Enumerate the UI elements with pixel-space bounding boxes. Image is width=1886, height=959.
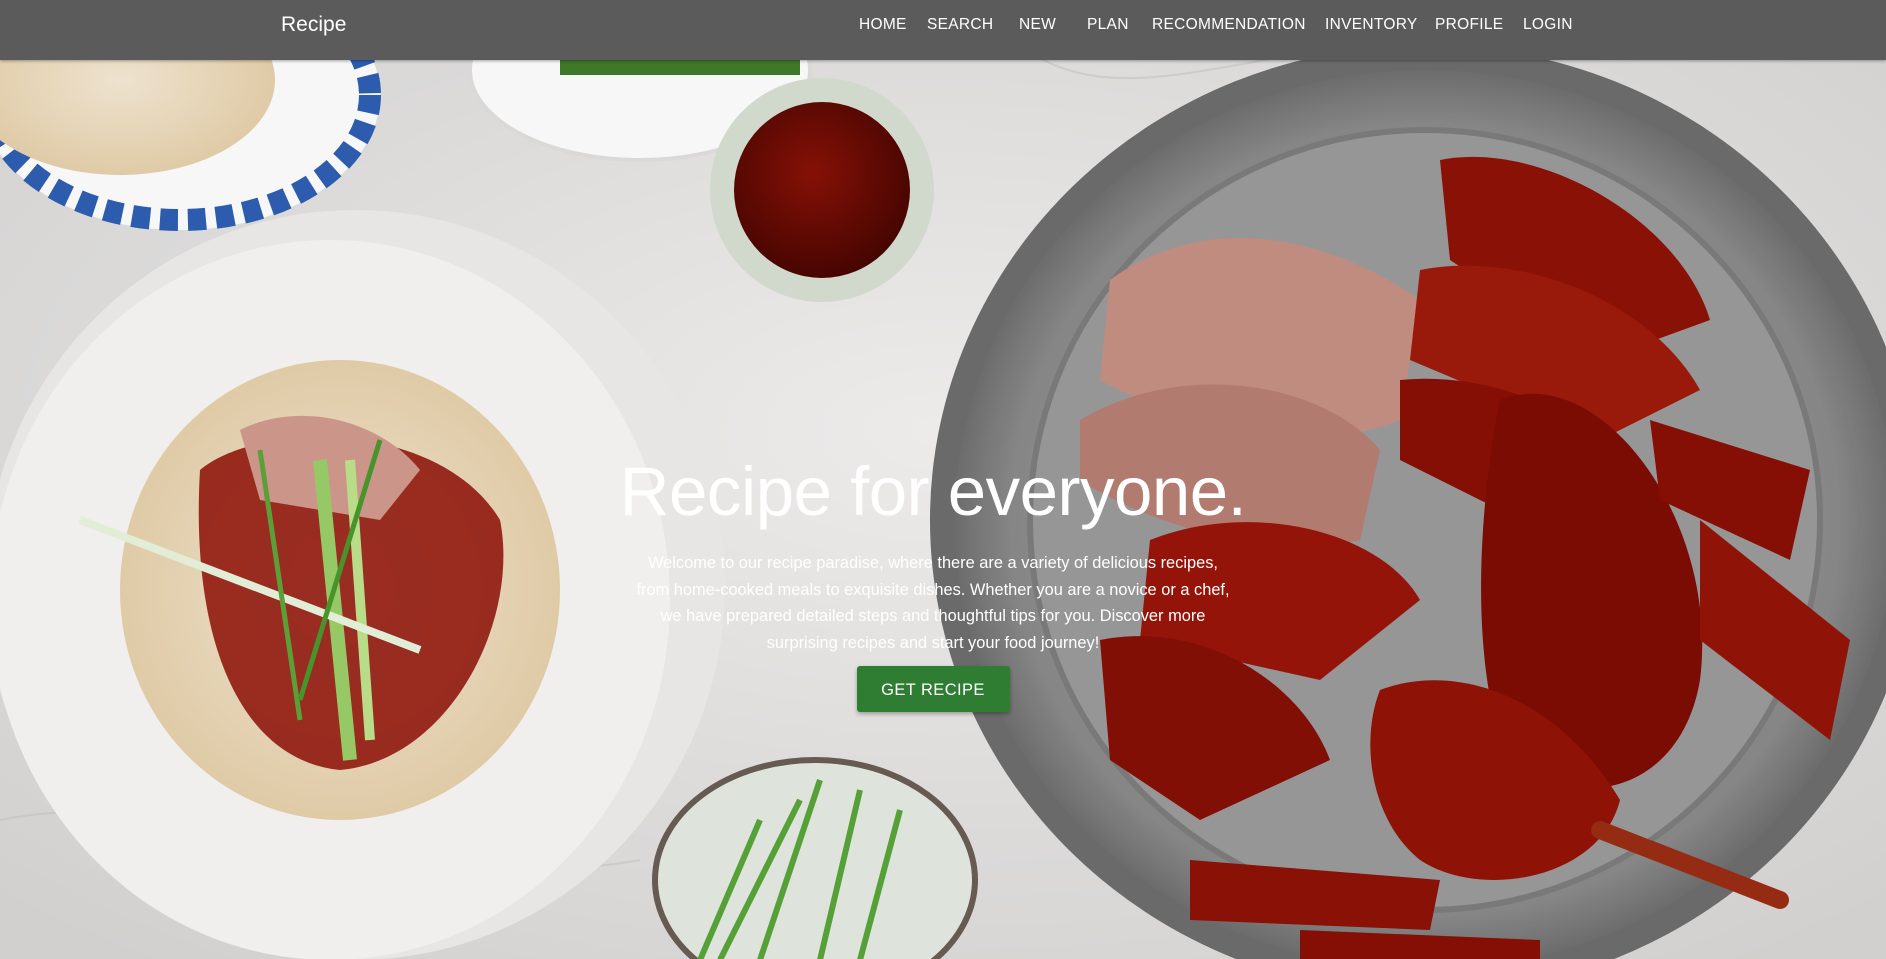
nav-recommendation[interactable]: RECOMMENDATION [1152,16,1306,34]
top-navbar: Recipe HOME SEARCH NEW PLAN RECOMMENDATI… [0,0,1886,60]
nav-home[interactable]: HOME [859,16,907,34]
nav-search[interactable]: SEARCH [927,16,993,34]
nav-inventory[interactable]: INVENTORY [1325,16,1418,34]
nav-menu: HOME SEARCH NEW PLAN RECOMMENDATION INVE… [0,0,1886,60]
hero-title: Recipe for everyone. [619,453,1247,530]
get-recipe-button[interactable]: GET RECIPE [856,666,1010,712]
nav-login[interactable]: LOGIN [1523,16,1573,34]
hero-content: Recipe for everyone. Welcome to our reci… [600,452,1266,712]
nav-profile[interactable]: PROFILE [1435,16,1503,34]
nav-plan[interactable]: PLAN [1087,16,1129,34]
nav-new[interactable]: NEW [1019,16,1056,34]
hero-description: Welcome to our recipe paradise, where th… [636,554,1230,652]
